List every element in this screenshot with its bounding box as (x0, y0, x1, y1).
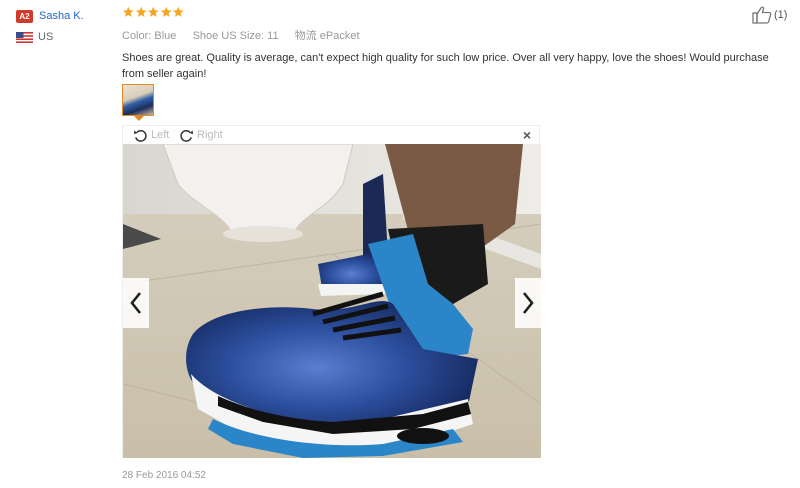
level-badge: A2 (16, 9, 33, 23)
chevron-right-icon (522, 292, 534, 314)
reviewer-info: A2 Sasha K. US (16, 8, 116, 44)
reviewer-country: US (16, 30, 116, 44)
rotate-left-label: Left (151, 129, 170, 141)
shoe-photo-illustration (123, 144, 541, 458)
star-icon (122, 6, 134, 17)
thumbnail-selected-indicator (134, 116, 144, 121)
thumbs-up-icon (752, 6, 772, 24)
helpful-button[interactable]: (1) (752, 6, 787, 24)
star-icon (172, 6, 184, 17)
image-viewer: Left Right × (122, 125, 541, 458)
review-photo (123, 144, 541, 458)
attr-size-label: Shoe US Size: (192, 30, 265, 42)
review-photo-thumbnail[interactable] (122, 84, 154, 116)
attr-color-value: Blue (154, 30, 177, 42)
reviewer-row: A2 Sasha K. (16, 8, 116, 24)
previous-image-button[interactable] (123, 278, 149, 328)
review-timestamp: 28 Feb 2016 04:52 (122, 470, 206, 481)
rotate-left-button[interactable]: Left (133, 126, 169, 144)
rating-stars (122, 6, 792, 20)
reviewer-name[interactable]: Sasha K. (39, 10, 84, 22)
us-flag-icon (16, 31, 33, 43)
country-name: US (38, 31, 54, 43)
rotate-right-button[interactable]: Right (179, 126, 223, 144)
review-text: Shoes are great. Quality is average, can… (122, 52, 769, 80)
rotate-left-icon (133, 129, 147, 142)
viewer-toolbar: Left Right × (123, 126, 539, 144)
attr-shipping-label: 物流 (294, 30, 317, 42)
close-icon[interactable]: × (523, 127, 531, 143)
rotate-right-label: Right (197, 129, 223, 141)
star-icon (135, 6, 147, 17)
chevron-left-icon (130, 292, 142, 314)
star-icon (147, 6, 159, 17)
review-attributes: Color: Blue Shoe US Size: 11 物流 ePacket (122, 29, 792, 43)
star-icon (160, 6, 172, 17)
helpful-count: (1) (774, 9, 788, 21)
attr-shipping-value: ePacket (319, 30, 360, 42)
attr-size-value: 11 (267, 30, 279, 42)
next-image-button[interactable] (515, 278, 541, 328)
review-content: Color: Blue Shoe US Size: 11 物流 ePacket … (122, 6, 792, 82)
attr-color-label: Color: (122, 30, 152, 42)
rotate-right-icon (180, 129, 194, 142)
